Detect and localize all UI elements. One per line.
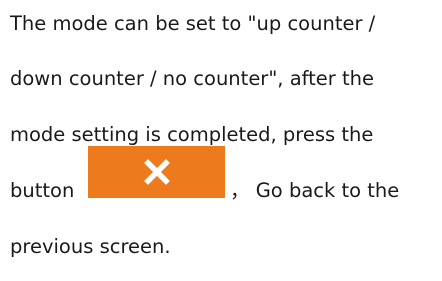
text-line-2: down counter / no counter", after the xyxy=(10,67,375,90)
text-line-3: mode setting is completed, press the xyxy=(10,123,374,146)
text-line-4-prefix: button xyxy=(10,179,75,202)
text-line-4-suffix: ， Go back to the xyxy=(230,179,400,202)
close-button[interactable] xyxy=(88,146,225,198)
close-icon xyxy=(143,159,170,185)
instruction-text-block: The mode can be set to "up counter / dow… xyxy=(0,0,442,281)
text-line-5: previous screen. xyxy=(10,235,171,258)
text-line-1: The mode can be set to "up counter / xyxy=(10,12,376,35)
